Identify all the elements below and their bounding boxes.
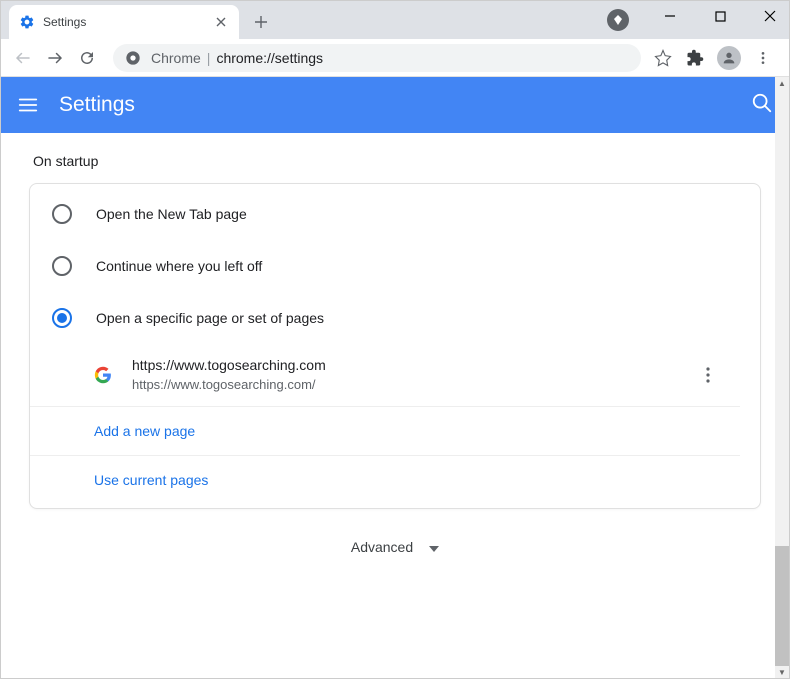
window-controls (655, 1, 785, 31)
scrollbar-thumb[interactable] (775, 546, 789, 666)
scroll-up-icon[interactable]: ▲ (775, 77, 789, 89)
search-icon[interactable] (751, 92, 773, 119)
radio-label: Open the New Tab page (96, 206, 247, 222)
content: Settings On startup Open the New Tab pag… (1, 77, 789, 678)
section-title: On startup (29, 153, 761, 169)
settings-header: Settings (1, 77, 789, 133)
google-favicon-icon (94, 366, 112, 384)
reload-button[interactable] (73, 44, 101, 72)
omnibox-path: chrome://settings (216, 50, 323, 66)
browser-window: Settings Chrome | chrome (0, 0, 790, 679)
close-tab-icon[interactable] (213, 14, 229, 30)
page-text: https://www.togosearching.com https://ww… (132, 356, 678, 394)
settings-title: Settings (59, 93, 731, 117)
close-window-button[interactable] (755, 1, 785, 31)
chrome-icon (125, 50, 141, 66)
chevron-down-icon (429, 539, 439, 555)
settings-gear-icon (19, 14, 35, 30)
radio-specific-page[interactable]: Open a specific page or set of pages (30, 292, 760, 344)
profile-badge-icon[interactable] (607, 9, 629, 31)
omnibox-separator: | (207, 50, 211, 66)
page-suburl: https://www.togosearching.com/ (132, 376, 678, 394)
scroll-down-icon[interactable]: ▼ (775, 666, 789, 678)
extensions-icon[interactable] (685, 48, 705, 68)
startup-page-entry: https://www.togosearching.com https://ww… (30, 344, 740, 407)
browser-toolbar: Chrome | chrome://settings (1, 39, 789, 77)
startup-card: Open the New Tab page Continue where you… (29, 183, 761, 509)
content-wrap: Settings On startup Open the New Tab pag… (1, 77, 789, 678)
tab-title: Settings (43, 15, 205, 29)
star-icon[interactable] (653, 48, 673, 68)
page-url: https://www.togosearching.com (132, 356, 678, 376)
radio-icon (52, 204, 72, 224)
omnibox-text: Chrome | chrome://settings (151, 50, 323, 66)
forward-button[interactable] (41, 44, 69, 72)
omnibox-prefix: Chrome (151, 50, 201, 66)
radio-icon (52, 308, 72, 328)
titlebar: Settings (1, 1, 789, 39)
browser-tab[interactable]: Settings (9, 5, 239, 39)
radio-label: Open a specific page or set of pages (96, 310, 324, 326)
advanced-toggle[interactable]: Advanced (29, 509, 761, 575)
new-tab-button[interactable] (247, 8, 275, 36)
radio-icon (52, 256, 72, 276)
address-bar[interactable]: Chrome | chrome://settings (113, 44, 641, 72)
use-current-pages-link[interactable]: Use current pages (30, 456, 740, 504)
back-button[interactable] (9, 44, 37, 72)
menu-icon[interactable] (753, 48, 773, 68)
advanced-label: Advanced (351, 539, 413, 555)
profile-avatar-icon[interactable] (717, 46, 741, 70)
radio-continue[interactable]: Continue where you left off (30, 240, 760, 292)
add-new-page-link[interactable]: Add a new page (30, 407, 740, 456)
minimize-button[interactable] (655, 1, 685, 31)
hamburger-icon[interactable] (17, 94, 39, 116)
maximize-button[interactable] (705, 1, 735, 31)
radio-new-tab[interactable]: Open the New Tab page (30, 188, 760, 240)
toolbar-right (653, 46, 781, 70)
radio-label: Continue where you left off (96, 258, 262, 274)
scrollbar[interactable]: ▲ ▼ (775, 77, 789, 678)
more-vert-icon[interactable] (698, 367, 718, 383)
settings-body: On startup Open the New Tab page Continu… (1, 133, 789, 615)
